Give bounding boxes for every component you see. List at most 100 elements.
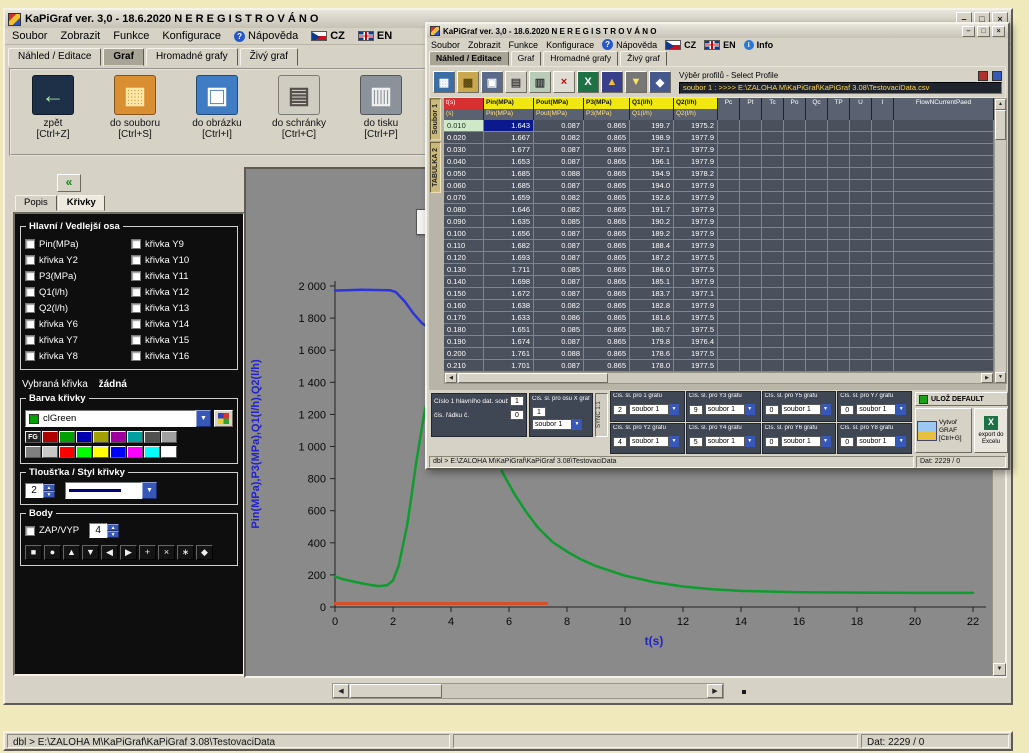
table-cell[interactable] — [762, 228, 784, 240]
table-cell[interactable]: 1.677 — [484, 144, 534, 156]
column-number-input[interactable]: 1 — [532, 407, 546, 417]
table-cell[interactable]: 1.685 — [484, 168, 534, 180]
table-cell[interactable] — [718, 216, 740, 228]
checkbox-k-ivka-y14[interactable] — [131, 319, 141, 329]
table-cell[interactable]: 0.110 — [444, 240, 484, 252]
table-cell[interactable] — [828, 168, 850, 180]
table-cell[interactable]: 0.100 — [444, 228, 484, 240]
table-cell[interactable]: 0.865 — [584, 360, 630, 372]
copy-icon[interactable]: ▤ — [505, 71, 527, 93]
table-cell[interactable] — [850, 276, 872, 288]
menu-item-info[interactable]: iInfo — [744, 40, 774, 50]
table-cell[interactable] — [784, 204, 806, 216]
minimize-button[interactable]: – — [962, 26, 975, 37]
open-file-icon[interactable]: ▩ — [457, 71, 479, 93]
table-cell[interactable]: 0.865 — [584, 312, 630, 324]
table-cell[interactable]: 0.086 — [534, 312, 584, 324]
table-cell[interactable] — [718, 336, 740, 348]
table-cell[interactable] — [740, 228, 762, 240]
table-cell[interactable] — [784, 252, 806, 264]
table-cell[interactable] — [718, 300, 740, 312]
filter-icon[interactable]: ▼ — [625, 71, 647, 93]
column-header[interactable]: Pt — [740, 98, 762, 109]
tab-n-hled-editace[interactable]: Náhled / Editace — [8, 48, 101, 66]
table-cell[interactable]: 1.685 — [484, 180, 534, 192]
table-cell[interactable] — [806, 132, 828, 144]
column-number-input[interactable]: 9 — [689, 405, 703, 415]
table-cell[interactable]: 194.9 — [630, 168, 674, 180]
scroll-right-icon[interactable]: ▶ — [707, 684, 723, 698]
palette-fg-button[interactable]: FG — [25, 431, 41, 443]
table-cell[interactable] — [740, 312, 762, 324]
table-cell[interactable] — [740, 336, 762, 348]
save-default-button[interactable]: ULOŽ DEFAULT — [915, 392, 1008, 406]
table-cell[interactable]: 0.865 — [584, 168, 630, 180]
table-cell[interactable] — [762, 300, 784, 312]
table-cell[interactable]: 1.643 — [484, 120, 534, 132]
file-select[interactable]: soubor 1▼ — [629, 404, 679, 415]
column-header[interactable]: Qc — [806, 98, 828, 109]
table-cell[interactable] — [718, 132, 740, 144]
table-cell[interactable]: 178.6 — [630, 348, 674, 360]
delete-row-icon[interactable]: × — [553, 71, 575, 93]
file-select[interactable]: soubor 1▼ — [856, 404, 906, 415]
close-button[interactable]: × — [992, 26, 1005, 37]
marker-shape-button[interactable]: × — [158, 545, 175, 560]
checkbox-k-ivka-y7[interactable] — [25, 335, 35, 345]
language-toggle-en[interactable]: EN — [358, 30, 392, 42]
table-cell[interactable]: 1977.9 — [674, 300, 718, 312]
table-vertical-scrollbar[interactable]: ▲ ▼ — [994, 98, 1007, 384]
marker-shape-button[interactable]: ▶ — [120, 545, 137, 560]
table-cell[interactable] — [828, 180, 850, 192]
menu-item-n-pov-da[interactable]: ?Nápověda — [234, 30, 298, 42]
table-cell[interactable]: 1.693 — [484, 252, 534, 264]
table-cell[interactable] — [872, 216, 894, 228]
table-cell[interactable] — [740, 168, 762, 180]
create-graph-button[interactable]: Vytvoř GRAF [Ctrl+G] — [915, 408, 972, 453]
table-cell[interactable]: 194.0 — [630, 180, 674, 192]
table-cell[interactable] — [740, 252, 762, 264]
table-cell[interactable]: 179.8 — [630, 336, 674, 348]
table-cell[interactable] — [872, 228, 894, 240]
table-cell[interactable]: 0.865 — [584, 144, 630, 156]
table-cell[interactable] — [828, 156, 850, 168]
palette-swatch[interactable] — [76, 431, 92, 443]
toolbar-button-do-schr-nky[interactable]: ▤do schránky[Ctrl+C] — [263, 73, 335, 151]
point-size-stepper[interactable]: 4 ▲▼ — [89, 523, 119, 538]
paste-icon[interactable]: ▥ — [529, 71, 551, 93]
table-cell[interactable]: 189.2 — [630, 228, 674, 240]
table-cell[interactable]: 0.865 — [584, 216, 630, 228]
table-cell[interactable]: 1977.5 — [674, 252, 718, 264]
excel-small-icon[interactable]: X — [577, 71, 599, 93]
checkbox-zap-vyp[interactable] — [25, 526, 35, 536]
column-number-input[interactable]: 0 — [840, 437, 854, 447]
table-cell[interactable] — [718, 192, 740, 204]
language-toggle-cz[interactable]: CZ — [665, 40, 696, 50]
table-cell[interactable] — [850, 348, 872, 360]
table-cell[interactable] — [872, 276, 894, 288]
table-cell[interactable] — [740, 144, 762, 156]
table-cell[interactable] — [850, 216, 872, 228]
column-header[interactable]: t(s) — [444, 98, 484, 109]
table-cell[interactable]: 181.6 — [630, 312, 674, 324]
table-cell[interactable] — [872, 144, 894, 156]
table-cell[interactable]: 0.085 — [534, 216, 584, 228]
table-cell[interactable] — [762, 312, 784, 324]
table-cell[interactable] — [850, 168, 872, 180]
table-cell[interactable] — [828, 312, 850, 324]
table-cell[interactable]: 1977.5 — [674, 312, 718, 324]
table-cell[interactable]: 0.087 — [534, 336, 584, 348]
scroll-down-icon[interactable]: ▼ — [995, 372, 1006, 383]
table-cell[interactable]: 1.667 — [484, 132, 534, 144]
table-cell[interactable] — [740, 156, 762, 168]
palette-swatch[interactable] — [161, 446, 177, 458]
menu-item-funkce[interactable]: Funkce — [113, 30, 149, 42]
checkbox-q2-l-h[interactable] — [25, 303, 35, 313]
table-cell[interactable] — [872, 264, 894, 276]
tab-iv-graf[interactable]: Živý graf — [620, 51, 667, 66]
table-cell[interactable] — [828, 336, 850, 348]
menu-item-konfigurace[interactable]: Konfigurace — [546, 40, 594, 50]
table-cell[interactable]: 0.190 — [444, 336, 484, 348]
table-cell[interactable] — [784, 300, 806, 312]
table-cell[interactable] — [850, 204, 872, 216]
